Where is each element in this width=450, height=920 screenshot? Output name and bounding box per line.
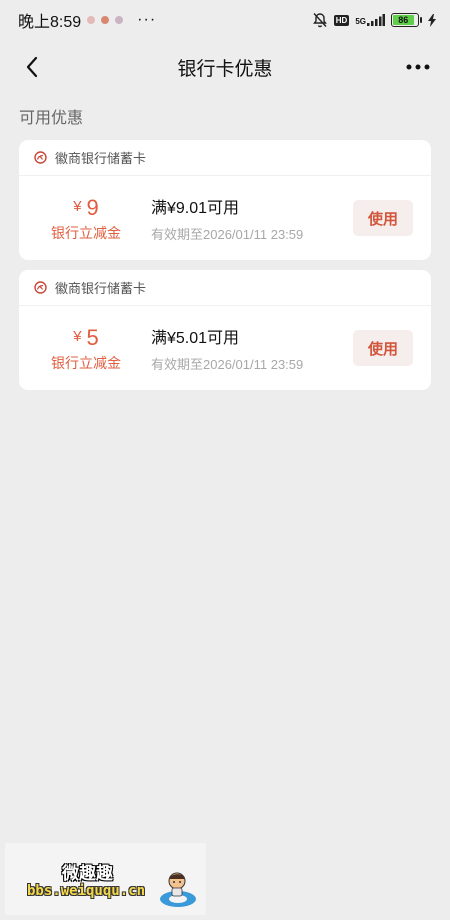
currency-symbol: ¥: [73, 327, 82, 345]
watermark-url: bbs.weiququ.cn: [27, 883, 146, 899]
coupon-condition: 满¥5.01可用: [151, 329, 240, 347]
bank-name: 徽商银行储蓄卡: [55, 281, 147, 296]
coupon-expiry: 有效期至2026/01/11 23:59: [151, 356, 304, 372]
coupon-card: 徽商银行储蓄卡 ¥9 银行立减金 满¥9.01可用 有效期至2026/01/11…: [19, 140, 431, 260]
bell-muted-icon: [312, 13, 327, 28]
amount-value: 5: [86, 324, 99, 350]
coupon-info: 满¥5.01可用 有效期至2026/01/11 23:59: [137, 324, 353, 373]
amount-value: 9: [86, 194, 99, 220]
chevron-left-icon: [26, 56, 38, 78]
charging-icon: [428, 13, 436, 27]
coupon-type: 银行立减金: [51, 224, 121, 241]
card-header: 徽商银行储蓄卡: [19, 270, 431, 306]
page-title: 银行卡优惠: [177, 58, 273, 80]
watermark: 微趣趣 bbs.weiququ.cn: [5, 843, 206, 915]
bank-name: 徽商银行储蓄卡: [55, 151, 147, 166]
notification-icon: [101, 16, 110, 24]
battery-level: 86: [393, 15, 414, 25]
coupon-amount: ¥9: [35, 194, 137, 221]
section-label: 可用优惠: [19, 110, 84, 127]
bank-logo-icon: [34, 281, 47, 294]
back-button[interactable]: [14, 49, 50, 85]
network-type: 5G: [355, 17, 366, 26]
notification-icon: [87, 16, 96, 24]
notification-icon: [115, 16, 124, 24]
coupon-amount: ¥5: [35, 324, 137, 351]
status-right: HD 5G 86: [312, 12, 436, 28]
amount-box: ¥9 银行立减金: [35, 194, 137, 243]
bank-logo-icon: [34, 151, 47, 164]
status-left: 晚上8:59 ···: [18, 8, 156, 32]
card-body: ¥9 银行立减金 满¥9.01可用 有效期至2026/01/11 23:59 使…: [19, 176, 431, 260]
coupon-type: 银行立减金: [51, 354, 121, 371]
watermark-title: 微趣趣: [62, 864, 113, 883]
more-icon: [406, 64, 430, 70]
mascot-icon: [160, 872, 196, 907]
signal-icon: [367, 14, 385, 26]
amount-box: ¥5 银行立减金: [35, 324, 137, 373]
use-button[interactable]: 使用: [353, 330, 413, 366]
coupon-expiry: 有效期至2026/01/11 23:59: [151, 226, 304, 242]
card-body: ¥5 银行立减金 满¥5.01可用 有效期至2026/01/11 23:59 使…: [19, 306, 431, 390]
currency-symbol: ¥: [73, 197, 82, 215]
signal-group: 5G: [355, 14, 385, 26]
coupon-info: 满¥9.01可用 有效期至2026/01/11 23:59: [137, 194, 353, 243]
status-time: 晚上8:59: [18, 14, 82, 31]
nav-bar: 银行卡优惠: [0, 40, 450, 94]
card-header: 徽商银行储蓄卡: [19, 140, 431, 176]
battery-icon: 86: [391, 13, 419, 27]
use-button[interactable]: 使用: [353, 200, 413, 236]
more-options-button[interactable]: [400, 49, 436, 85]
status-bar: 晚上8:59 ··· HD 5G 86: [0, 0, 450, 40]
status-more-icon: ···: [137, 11, 157, 28]
hd-icon: HD: [333, 14, 350, 26]
coupon-card: 徽商银行储蓄卡 ¥5 银行立减金 满¥5.01可用 有效期至2026/01/11…: [19, 270, 431, 390]
coupon-condition: 满¥9.01可用: [151, 199, 240, 217]
